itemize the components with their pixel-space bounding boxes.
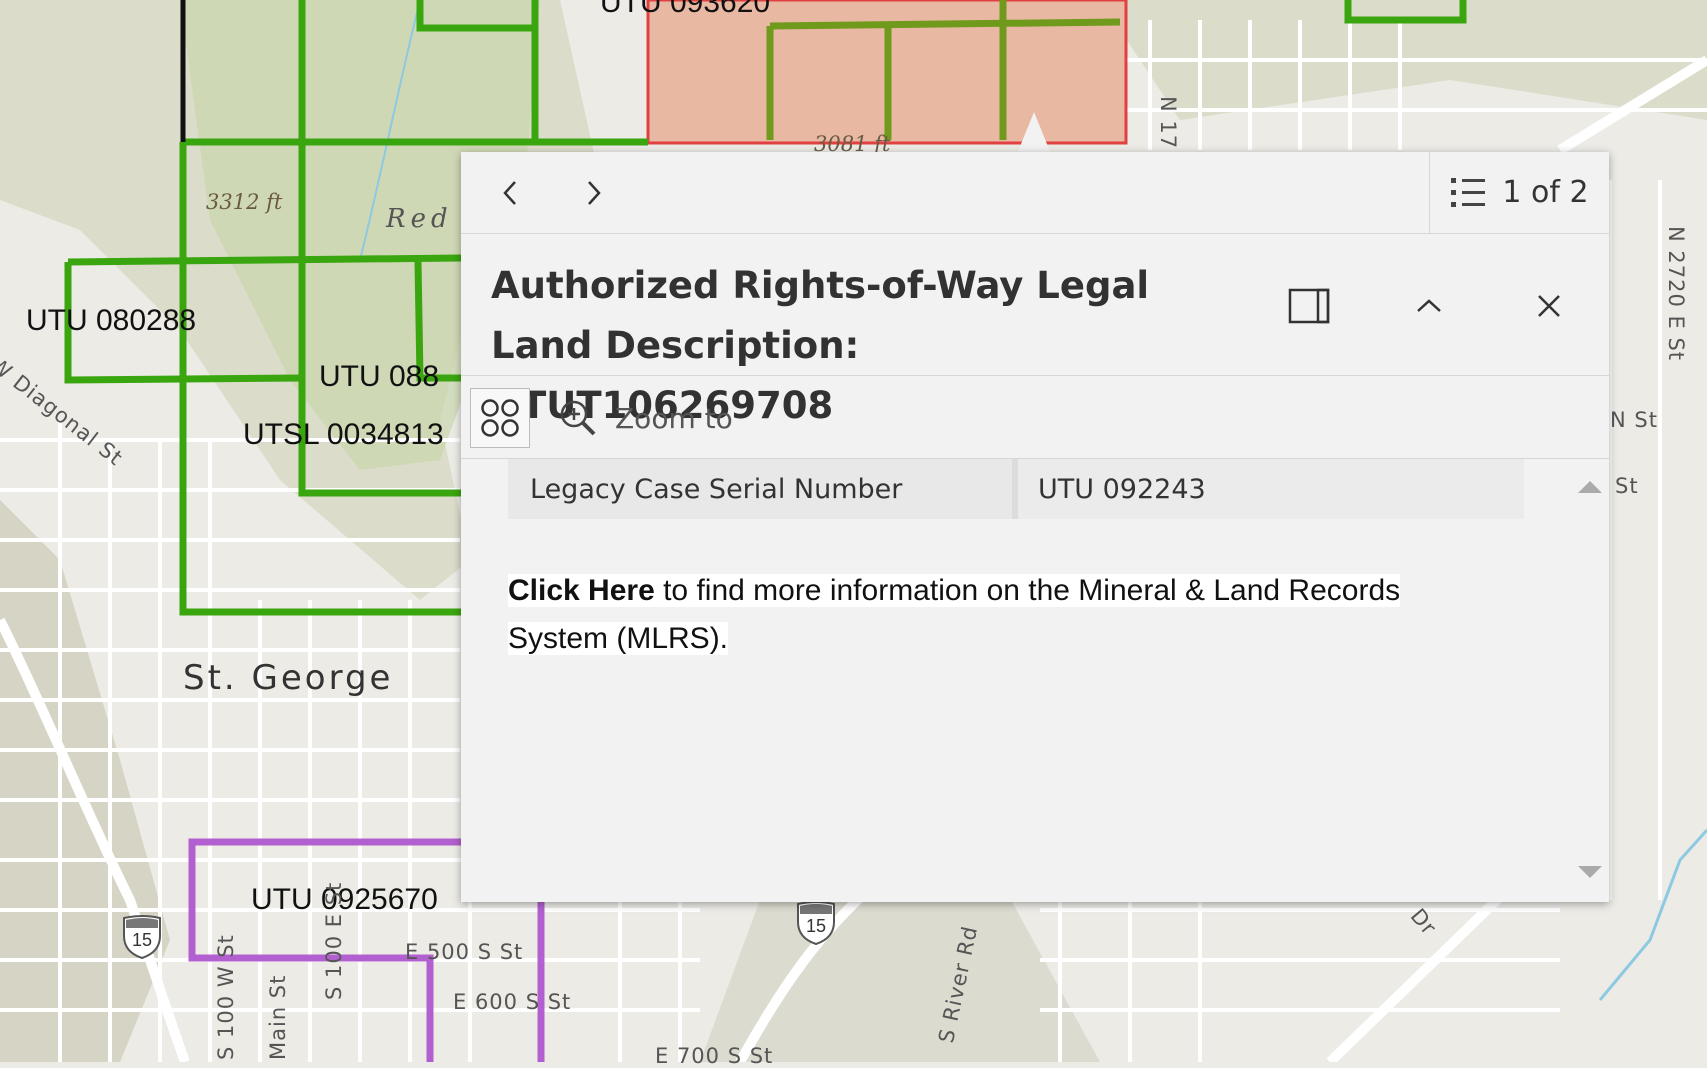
popup-pointer bbox=[1017, 112, 1051, 154]
street-label: S 100 E St bbox=[322, 881, 346, 1000]
city-label: St. George bbox=[183, 658, 394, 698]
street-label: Main St bbox=[266, 974, 290, 1060]
zoom-in-icon bbox=[560, 400, 596, 436]
next-feature-button[interactable] bbox=[558, 152, 628, 233]
parcel-label: UTU 080288 bbox=[26, 304, 197, 337]
parcel-label: UTU 093620 bbox=[600, 0, 771, 19]
elevation-label: 3312 ft bbox=[206, 190, 283, 214]
interstate-15-shield: 15 bbox=[120, 914, 164, 960]
scroll-down-arrow[interactable] bbox=[1578, 866, 1602, 878]
street-label: S 100 W St bbox=[214, 934, 238, 1060]
street-label: E 600 S St bbox=[453, 990, 572, 1014]
mlrs-info-text: Click Here to find more information on t… bbox=[508, 567, 1508, 663]
info-text-line-2: System (MLRS). bbox=[508, 622, 729, 655]
attribute-value: UTU 092243 bbox=[1018, 459, 1524, 519]
popup-action-bar: Zoom to bbox=[461, 376, 1609, 459]
interstate-15-shield: 15 bbox=[794, 900, 838, 946]
info-text-line-1: to find more information on the Mineral … bbox=[654, 574, 1401, 607]
zoom-to-button[interactable]: Zoom to bbox=[559, 388, 733, 448]
attribute-name: Legacy Case Serial Number bbox=[508, 459, 1012, 519]
parcel-label: UTU 088 bbox=[319, 360, 440, 393]
chevron-up-icon bbox=[1417, 299, 1441, 312]
feature-count-text: 1 of 2 bbox=[1502, 175, 1589, 210]
shield-number: 15 bbox=[131, 930, 153, 950]
street-label: E 500 S St bbox=[405, 940, 524, 964]
list-icon bbox=[1451, 177, 1486, 207]
stream bbox=[1598, 828, 1707, 1001]
scroll-up-arrow[interactable] bbox=[1578, 481, 1602, 493]
street-label: N St bbox=[1610, 408, 1658, 432]
popup-content[interactable]: Legacy Case Serial Number UTU 092243 Cli… bbox=[461, 459, 1609, 902]
close-icon bbox=[1538, 295, 1560, 317]
dock-side-icon bbox=[1288, 288, 1330, 324]
chevron-left-icon bbox=[503, 180, 516, 205]
street-label: N 2720 E St bbox=[1664, 226, 1688, 362]
previous-feature-button[interactable] bbox=[476, 152, 546, 233]
street-label: E 700 S St bbox=[655, 1044, 774, 1068]
feature-list-button[interactable]: 1 of 2 bbox=[1429, 152, 1609, 233]
street-label: St bbox=[1615, 474, 1639, 498]
attribute-row: Legacy Case Serial Number UTU 092243 bbox=[508, 459, 1524, 519]
collapse-button[interactable] bbox=[1399, 276, 1459, 336]
actions-menu-button[interactable] bbox=[470, 388, 530, 448]
parcel-label: UTSL 0034813 bbox=[243, 418, 444, 451]
shield-number: 15 bbox=[805, 916, 827, 936]
street-label: N 17 bbox=[1156, 96, 1180, 150]
zoom-to-label: Zoom to bbox=[615, 401, 733, 435]
mlrs-link[interactable]: Click Here bbox=[508, 574, 655, 607]
close-button[interactable] bbox=[1519, 276, 1579, 336]
actions-grid-icon bbox=[481, 399, 519, 437]
feature-popup: 1 of 2 Authorized Rights-of-Way Legal La… bbox=[461, 152, 1609, 902]
hill-shade bbox=[0, 500, 170, 1062]
popup-nav-bar: 1 of 2 bbox=[461, 152, 1609, 234]
popup-header: Authorized Rights-of-Way Legal Land Desc… bbox=[461, 234, 1609, 427]
dock-button[interactable] bbox=[1279, 276, 1339, 336]
chevron-right-icon bbox=[588, 180, 601, 205]
